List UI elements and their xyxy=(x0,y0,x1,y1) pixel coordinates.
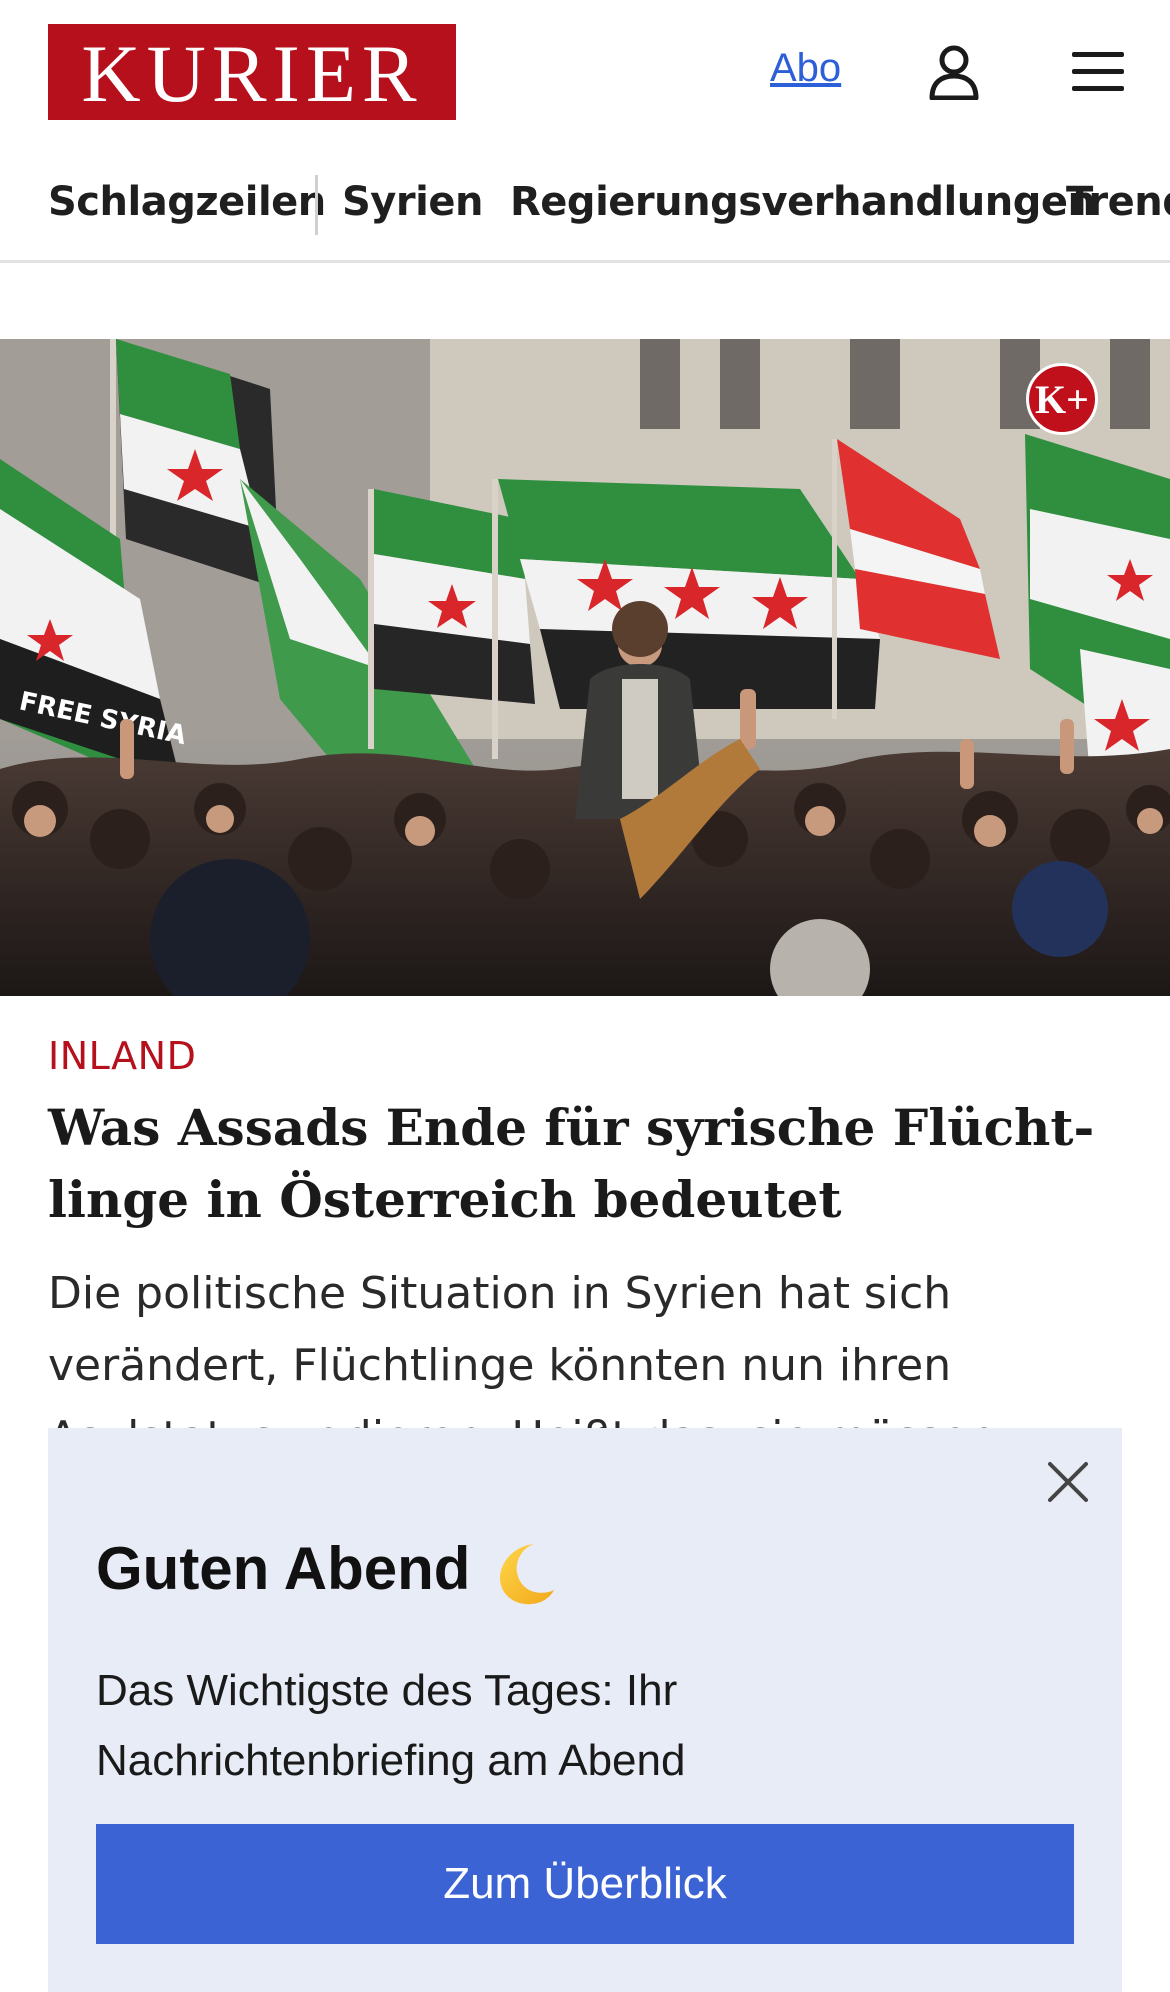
popup-text-line-2: Nachrichtenbriefing am Abend xyxy=(96,1736,686,1785)
nav-item-schlagzeilen[interactable]: Schlagzeilen xyxy=(48,179,326,225)
topic-nav: Schlagzeilen Syrien Regierungsverhandlun… xyxy=(0,165,1170,263)
headline-line-2: linge in Österreich bedeutet xyxy=(48,1170,842,1229)
protest-photo: FREE SYRIA xyxy=(0,339,1170,996)
nav-item-trend[interactable]: Trend xyxy=(1066,179,1170,225)
user-icon[interactable] xyxy=(928,44,980,101)
kurier-plus-badge: K+ xyxy=(1026,363,1098,435)
kurier-logo[interactable]: KURIER xyxy=(48,24,456,120)
close-icon[interactable] xyxy=(1046,1460,1090,1504)
hero-image[interactable]: FREE SYRIA xyxy=(0,339,1170,996)
button-label: Zum Überblick xyxy=(443,1859,727,1908)
logo-text: KURIER xyxy=(81,28,423,119)
headline-line-1: Was Assads Ende für syrische Flücht- xyxy=(48,1098,1095,1157)
zum-ueberblick-button[interactable]: Zum Überblick xyxy=(96,1824,1074,1944)
article-headline[interactable]: Was Assads Ende für syrische Flücht- lin… xyxy=(48,1092,1108,1236)
abo-link[interactable]: Abo xyxy=(770,46,841,91)
popup-description: Das Wichtigste des Tages: Ihr Nachrichte… xyxy=(96,1656,996,1796)
site-header: KURIER Abo xyxy=(0,0,1170,146)
nav-item-syrien[interactable]: Syrien xyxy=(342,179,483,225)
teaser-line-1: Die politische Situation in Syrien hat s… xyxy=(48,1268,952,1319)
teaser-line-2: verändert, Flüchtlinge könnten nun ihren xyxy=(48,1340,952,1391)
hamburger-menu-icon[interactable] xyxy=(1070,48,1126,96)
article-category[interactable]: INLAND xyxy=(48,1034,196,1078)
popup-title: Guten Abend xyxy=(96,1535,471,1602)
nav-divider xyxy=(315,175,318,235)
crescent-moon-icon xyxy=(488,1538,560,1610)
nav-item-regierungsverhandlungen[interactable]: Regierungsverhandlungen xyxy=(510,179,1096,225)
popup-text-line-1: Das Wichtigste des Tages: Ihr xyxy=(96,1666,678,1715)
